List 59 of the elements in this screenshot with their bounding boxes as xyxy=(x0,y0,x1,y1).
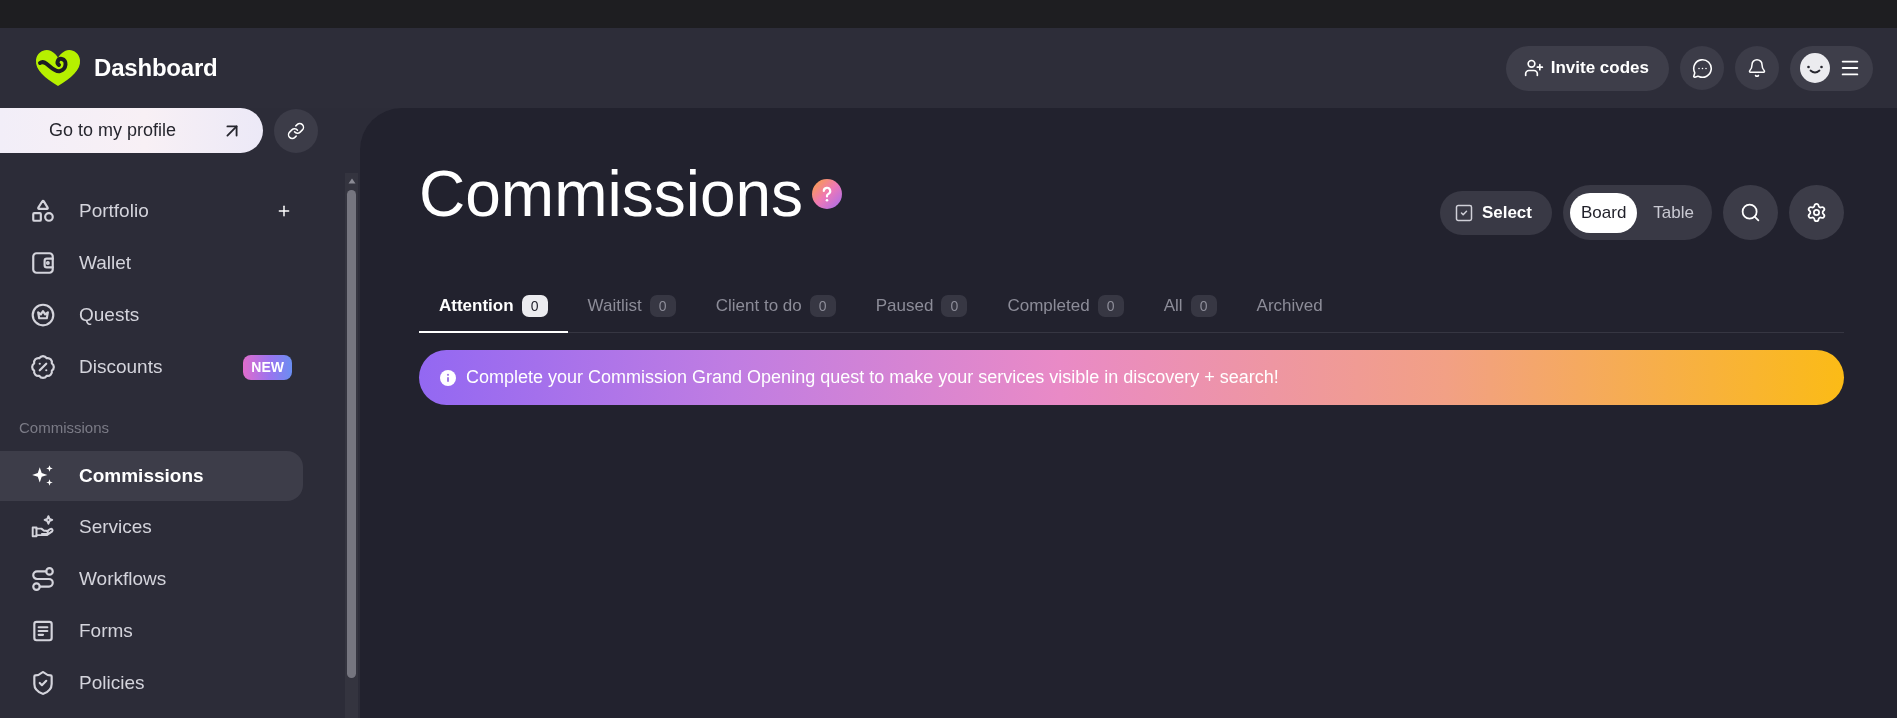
percent-badge-icon xyxy=(30,354,56,380)
nav-item[interactable]: Services xyxy=(0,501,303,553)
count-badge: 0 xyxy=(1097,295,1124,317)
user-plus-icon xyxy=(1523,58,1544,78)
tab[interactable]: All 0 xyxy=(1143,281,1237,333)
nav-item[interactable]: Forms xyxy=(0,605,303,657)
nav-item[interactable]: Portfolio xyxy=(0,185,303,237)
banner-message: Complete your Commission Grand Opening quest to make your services visible in discovery + search! xyxy=(466,367,1279,388)
route-icon xyxy=(30,566,56,592)
tab[interactable]: Waitlist 0 xyxy=(567,281,696,333)
count-badge: 0 xyxy=(809,295,836,317)
count-badge: 0 xyxy=(649,295,676,317)
info-icon xyxy=(440,369,456,386)
sparkles-icon xyxy=(30,463,56,489)
account-menu-button[interactable] xyxy=(1790,45,1873,91)
view-option[interactable]: Board xyxy=(1570,192,1638,233)
checkbox-icon xyxy=(1453,202,1474,223)
scroll-up-icon[interactable] xyxy=(347,177,356,185)
messages-button[interactable] xyxy=(1680,46,1724,90)
nav-item[interactable]: Commissions xyxy=(0,451,303,501)
nav-item[interactable]: Policies xyxy=(0,657,303,709)
nav-item[interactable]: Quests xyxy=(0,289,303,341)
profile-button[interactable]: Go to my profile xyxy=(0,108,263,153)
count-badge: 0 xyxy=(941,295,968,317)
copy-link-button[interactable] xyxy=(274,108,318,153)
count-badge: 0 xyxy=(1190,295,1217,317)
notifications-button[interactable] xyxy=(1735,46,1779,90)
tab[interactable]: Attention 0 xyxy=(419,281,568,333)
page-title: Commissions xyxy=(419,157,804,231)
shapes-icon xyxy=(30,198,56,224)
tab[interactable]: Completed 0 xyxy=(987,281,1144,333)
brand-name: Dashboard xyxy=(94,54,218,82)
nav-item[interactable]: Wallet xyxy=(0,237,303,289)
shield-check-icon xyxy=(30,670,56,696)
nav-item[interactable]: Discounts NEW xyxy=(0,341,303,393)
smiley-avatar-icon xyxy=(1800,53,1830,83)
bell-icon xyxy=(1747,58,1767,78)
crown-icon xyxy=(30,302,56,328)
logo-icon xyxy=(33,48,83,88)
section-heading: Commissions xyxy=(19,418,110,438)
nav-item[interactable]: Workflows xyxy=(0,553,303,605)
count-badge: 0 xyxy=(521,295,548,317)
invite-codes-button[interactable]: Invite codes xyxy=(1505,45,1669,91)
wallet-icon xyxy=(30,250,56,276)
search-icon xyxy=(1740,202,1761,223)
hand-sparkle-icon xyxy=(30,514,56,540)
link-icon xyxy=(287,121,305,140)
scrollbar-thumb[interactable] xyxy=(347,190,356,678)
help-icon[interactable] xyxy=(812,179,843,209)
tab[interactable]: Paused 0 xyxy=(855,281,988,333)
tab[interactable]: Archived xyxy=(1236,281,1343,333)
settings-icon xyxy=(1806,202,1827,223)
document-icon xyxy=(30,618,56,644)
view-option[interactable]: Table xyxy=(1642,192,1705,233)
tab[interactable]: Client to do 0 xyxy=(695,281,856,333)
chat-icon xyxy=(1691,57,1713,79)
new-badge: NEW xyxy=(243,354,292,380)
plus-icon[interactable] xyxy=(276,203,292,219)
select-button[interactable]: Select xyxy=(1439,190,1552,235)
